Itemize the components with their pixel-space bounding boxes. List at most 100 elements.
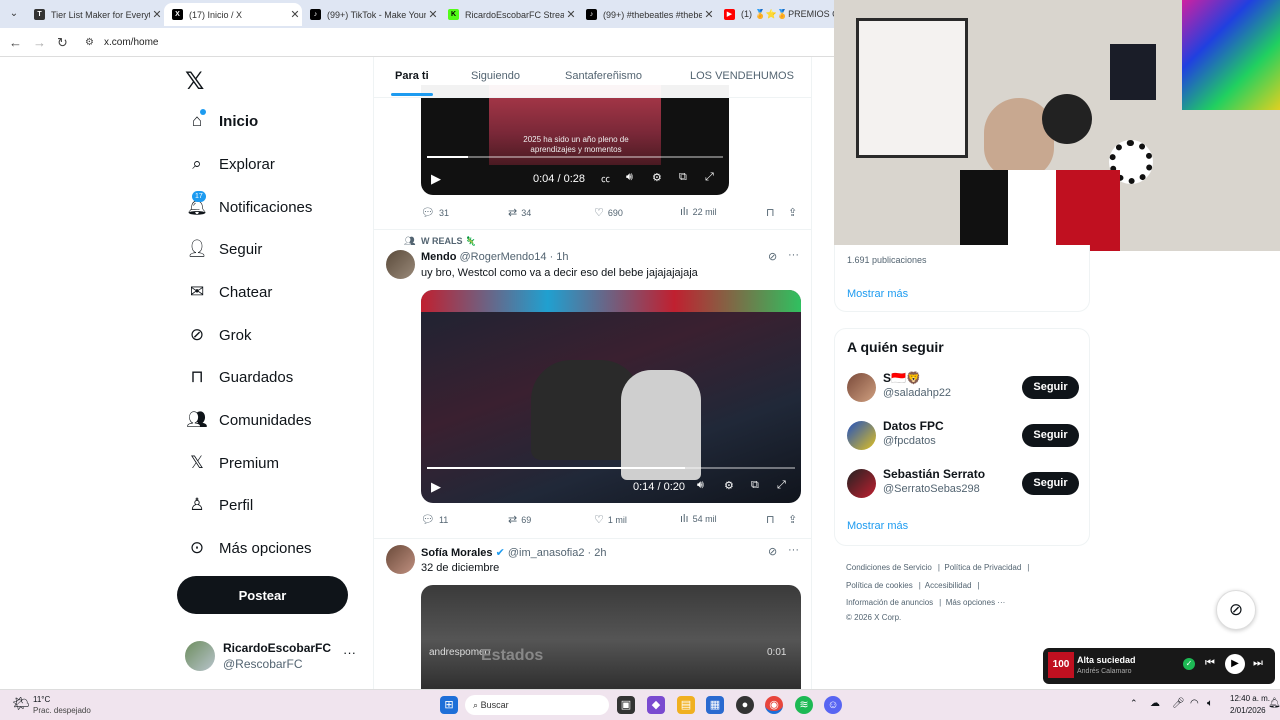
browser-tab-active[interactable]: X (17) Inicio / X ✕ — [164, 3, 302, 26]
obs-icon[interactable]: ● — [736, 696, 754, 714]
close-icon[interactable]: ✕ — [564, 8, 578, 21]
url-field[interactable]: x.com/home — [104, 37, 158, 48]
sidebar-item-explorar[interactable]: ⌕ Explorar — [185, 144, 275, 184]
pip-icon[interactable]: ⧉ — [751, 479, 759, 492]
tab-santaferenismo[interactable]: Santafereñismo — [565, 70, 642, 82]
footer-link[interactable]: Más opciones ··· — [946, 598, 1006, 607]
sidebar-item-guardados[interactable]: ⊓ Guardados — [185, 357, 293, 397]
footer-link[interactable]: Información de anuncios — [846, 598, 933, 607]
settings-icon[interactable]: ⚙ — [652, 171, 662, 184]
discord-icon[interactable]: ☺ — [824, 696, 842, 714]
views-button[interactable]: ılı 54 mil — [680, 513, 717, 525]
notifications-bell-icon[interactable]: 🔔︎ — [1268, 698, 1280, 709]
sidebar-item-perfil[interactable]: ♙ Perfil — [185, 485, 253, 525]
weather-temp[interactable]: 11°C — [33, 695, 50, 704]
captions-icon[interactable]: ㏄ — [601, 172, 610, 185]
store-icon[interactable]: ▦ — [706, 696, 724, 714]
fullscreen-icon[interactable]: ⤢ — [777, 479, 786, 492]
more-icon[interactable]: ··· — [343, 645, 356, 660]
share-button[interactable]: ⇪ — [788, 513, 797, 526]
speaker-icon[interactable]: 🔈︎ — [1207, 698, 1213, 709]
next-icon[interactable]: ⏭ — [1253, 657, 1263, 670]
browser-tab[interactable]: ♪ (99+) TikTok - Make Your D ✕ — [302, 3, 440, 26]
repost-button[interactable]: ⇄ 69 — [508, 513, 531, 526]
follow-button[interactable]: Seguir — [1022, 472, 1079, 495]
play-icon[interactable]: ▶ — [431, 479, 441, 495]
close-icon[interactable]: ✕ — [150, 8, 164, 21]
settings-icon[interactable]: ⚙ — [724, 479, 734, 492]
repost-button[interactable]: ⇄ 34 — [508, 206, 531, 219]
author-name[interactable]: Sofía Morales — [421, 547, 493, 559]
show-more-link[interactable]: Mostrar más — [847, 288, 908, 300]
views-button[interactable]: ılı 22 mil — [680, 206, 717, 218]
volume-icon[interactable]: 🔊︎ — [697, 479, 704, 492]
post-button[interactable]: Postear — [177, 576, 348, 614]
show-more-link[interactable]: Mostrar más — [847, 520, 908, 532]
sidebar-item-premium[interactable]: 𝕏 Premium — [185, 443, 279, 483]
x-logo-icon[interactable]: 𝕏 — [185, 67, 204, 96]
forward-arrow-icon[interactable]: → — [33, 35, 46, 50]
sidebar-item-notificaciones[interactable]: 🔔︎ 17 Notificaciones — [185, 187, 312, 227]
cloud-icon[interactable]: ☁ — [1150, 698, 1160, 709]
pip-icon[interactable]: ⧉ — [679, 171, 687, 184]
tab-siguiendo[interactable]: Siguiendo — [471, 70, 520, 82]
sidebar-item-mas-opciones[interactable]: ⊙ Más opciones — [185, 528, 312, 568]
fullscreen-icon[interactable]: ⤢ — [705, 171, 714, 184]
windows-start-icon[interactable]: ⊞ — [440, 696, 458, 714]
avatar[interactable] — [386, 545, 415, 574]
follow-suggestion[interactable]: Datos FPC @fpcdatos Seguir — [847, 419, 1079, 455]
site-info-icon[interactable]: ⚙ — [85, 37, 94, 48]
spotify-icon[interactable]: ≋ — [795, 696, 813, 714]
chevron-up-icon[interactable]: ⌃ — [1130, 698, 1138, 709]
footer-link[interactable]: Política de cookies — [846, 581, 913, 590]
browser-tab[interactable]: K RicardoEscobarFC Stream ✕ — [440, 3, 578, 26]
sidebar-item-seguir[interactable]: 👤︎ Seguir — [185, 229, 262, 269]
tab-para-ti[interactable]: Para ti — [391, 70, 433, 96]
close-icon[interactable]: ✕ — [426, 8, 440, 21]
reload-icon[interactable]: ↻ — [57, 35, 68, 51]
like-button[interactable]: ♡ 690 — [594, 206, 623, 219]
chrome-icon[interactable]: ◉ — [765, 696, 783, 714]
share-button[interactable]: ⇪ — [788, 206, 797, 219]
sidebar-item-comunidades[interactable]: 👥︎ Comunidades — [185, 400, 311, 440]
reply-button[interactable]: 💬︎ 31 — [421, 206, 449, 219]
author-name[interactable]: Mendo — [421, 251, 456, 263]
account-switcher[interactable]: RicardoEscobarFC @RescobarFC ··· — [185, 641, 365, 673]
video-player[interactable]: 2025 ha sido un año pleno de aprendizaje… — [421, 85, 729, 195]
grok-icon[interactable]: ⊘ — [768, 545, 777, 558]
like-button[interactable]: ♡ 1 mil — [594, 513, 627, 526]
wifi-icon[interactable]: ◠ — [1190, 698, 1199, 709]
weather-desc[interactable]: Prac. despejado — [33, 706, 91, 715]
video-player[interactable]: andrespomeo Estados 0:01 — [421, 585, 801, 689]
suggestion-name[interactable]: S🇮🇩🦁 — [883, 371, 921, 385]
close-icon[interactable]: ✕ — [702, 8, 716, 21]
task-view-icon[interactable]: ▣ — [617, 696, 635, 714]
follow-suggestion[interactable]: S🇮🇩🦁 @saladahp22 Seguir — [847, 371, 1079, 407]
follow-button[interactable]: Seguir — [1022, 376, 1079, 399]
avatar[interactable] — [847, 421, 876, 450]
volume-icon[interactable]: 🔊︎ — [626, 171, 633, 184]
follow-suggestion[interactable]: Sebastián Serrato @SerratoSebas298 Segui… — [847, 467, 1079, 503]
clock-time[interactable]: 12:40 a. m. — [1230, 694, 1270, 703]
browser-tab[interactable]: ▶ (1) 🏅⭐🏅PREMIOS CA — [716, 3, 834, 26]
clock-date[interactable]: 2/01/2026 — [1230, 706, 1266, 715]
footer-link[interactable]: Política de Privacidad — [944, 563, 1021, 572]
back-arrow-icon[interactable]: ← — [9, 35, 22, 50]
liked-check-icon[interactable]: ✓ — [1183, 658, 1195, 670]
previous-icon[interactable]: ⏮ — [1205, 657, 1215, 670]
bookmark-button[interactable]: ⊓ — [766, 513, 775, 526]
suggestion-name[interactable]: Datos FPC — [883, 419, 944, 433]
tab-search-chevron-icon[interactable]: ⌄ — [6, 6, 22, 22]
suggestion-name[interactable]: Sebastián Serrato — [883, 467, 985, 481]
avatar[interactable] — [847, 469, 876, 498]
avatar[interactable] — [847, 373, 876, 402]
footer-link[interactable]: Condiciones de Servicio — [846, 563, 932, 572]
video-progress[interactable] — [427, 467, 795, 469]
avatar[interactable] — [386, 250, 415, 279]
close-icon[interactable]: ✕ — [288, 8, 302, 21]
play-icon[interactable]: ▶ — [1225, 654, 1245, 674]
video-player[interactable]: ▶ 0:14 / 0:20 🔊︎ ⚙ ⧉ ⤢ — [421, 290, 801, 503]
more-icon[interactable]: ··· — [788, 544, 799, 556]
author-handle[interactable]: @im_anasofia2 · 2h — [508, 547, 607, 559]
tweet-context[interactable]: W REALS 🦎 — [421, 236, 476, 247]
